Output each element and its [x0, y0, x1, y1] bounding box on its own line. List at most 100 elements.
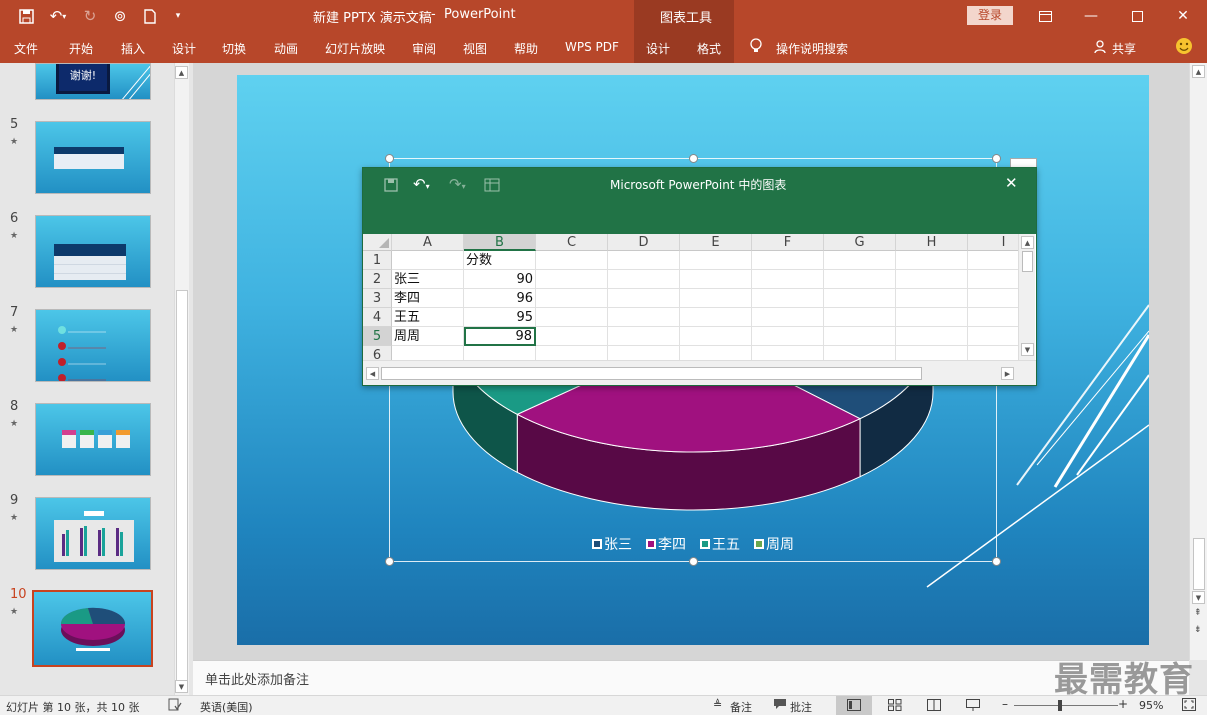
undo-icon[interactable]: ↶▾: [44, 6, 72, 26]
tell-me-search[interactable]: 操作说明搜索: [776, 40, 848, 57]
scroll-right-icon[interactable]: ▶: [1001, 367, 1014, 380]
notes-placeholder[interactable]: 单击此处添加备注: [205, 669, 309, 688]
cell-b4[interactable]: 95: [464, 308, 536, 327]
notes-toggle-button[interactable]: 备注: [730, 699, 752, 715]
cell-b2[interactable]: 90: [464, 270, 536, 289]
column-header[interactable]: E: [680, 234, 752, 251]
column-header[interactable]: G: [824, 234, 896, 251]
comments-toggle-button[interactable]: 批注: [790, 699, 812, 715]
row-header[interactable]: 3: [363, 289, 392, 308]
column-header[interactable]: D: [608, 234, 680, 251]
smiley-feedback-icon[interactable]: [1175, 37, 1193, 58]
column-header-selected[interactable]: B: [464, 234, 536, 251]
cell-b5-active[interactable]: 98: [464, 327, 536, 346]
empty-cells[interactable]: [536, 251, 1018, 360]
scroll-down-icon[interactable]: ▼: [1192, 591, 1205, 604]
resize-handle[interactable]: [689, 557, 698, 566]
thumbnail-scrollbar[interactable]: ▲ ▼: [174, 63, 189, 695]
tab-review[interactable]: 审阅: [412, 40, 436, 57]
previous-slide-icon[interactable]: ⇞: [1194, 608, 1202, 618]
cell-a6[interactable]: [392, 346, 464, 360]
cell-a2[interactable]: 张三: [392, 270, 464, 289]
grid-vertical-scrollbar[interactable]: ▲ ▼: [1018, 234, 1035, 360]
tab-chart-format[interactable]: 格式: [697, 40, 721, 57]
close-window-icon[interactable]: ✕: [1160, 0, 1206, 32]
next-slide-icon[interactable]: ⇟: [1194, 625, 1202, 635]
scroll-thumb[interactable]: [176, 290, 188, 683]
column-header[interactable]: A: [392, 234, 464, 251]
fit-to-window-icon[interactable]: [1182, 698, 1196, 714]
zoom-out-icon[interactable]: –: [1002, 697, 1008, 711]
row-header[interactable]: 4: [363, 308, 392, 327]
notes-icon[interactable]: ≜: [713, 698, 722, 711]
cell-a1[interactable]: [392, 251, 464, 270]
slide-thumbnail-4[interactable]: 谢谢!: [35, 63, 151, 100]
slide-thumbnail-6[interactable]: [35, 215, 151, 288]
spreadsheet-grid[interactable]: A B C D E F G H I 1 分数 2 张三 90 3 李四 96 4…: [363, 234, 1018, 360]
slide-thumbnail-7[interactable]: [35, 309, 151, 382]
reading-view-icon[interactable]: [927, 699, 941, 714]
cell-a3[interactable]: 李四: [392, 289, 464, 308]
tab-transitions[interactable]: 切换: [222, 40, 246, 57]
maximize-icon[interactable]: [1114, 0, 1160, 32]
language-status[interactable]: 英语(美国): [200, 699, 253, 715]
resize-handle[interactable]: [385, 557, 394, 566]
resize-handle[interactable]: [385, 154, 394, 163]
notes-pane[interactable]: 单击此处添加备注: [193, 660, 1189, 695]
edit-in-excel-icon[interactable]: [484, 178, 500, 195]
column-header[interactable]: C: [536, 234, 608, 251]
login-button[interactable]: 登录: [967, 6, 1013, 25]
slide-scrollbar[interactable]: ▲ ▼ ⇞ ⇟: [1189, 63, 1207, 660]
close-dialog-icon[interactable]: ✕: [1005, 174, 1018, 192]
present-from-start-icon[interactable]: ⊚: [110, 6, 130, 26]
zoom-slider[interactable]: [1014, 705, 1118, 706]
scroll-thumb[interactable]: [1193, 538, 1205, 590]
grid-horizontal-scrollbar[interactable]: ◀ ▶: [363, 360, 1036, 385]
minimize-icon[interactable]: —: [1068, 0, 1114, 32]
customize-qat-icon[interactable]: ▾: [168, 6, 188, 26]
normal-view-icon[interactable]: [836, 696, 872, 715]
tab-chart-design[interactable]: 设计: [646, 40, 670, 57]
tab-wps-pdf[interactable]: WPS PDF: [565, 40, 619, 54]
redo-icon[interactable]: ↷▾: [449, 175, 466, 193]
tab-home[interactable]: 开始: [69, 40, 93, 57]
scroll-left-icon[interactable]: ◀: [366, 367, 379, 380]
undo-icon[interactable]: ↶▾: [413, 175, 430, 193]
column-header[interactable]: I: [968, 234, 1018, 251]
zoom-level[interactable]: 95%: [1139, 699, 1163, 712]
zoom-in-icon[interactable]: +: [1118, 697, 1128, 711]
tab-slideshow[interactable]: 幻灯片放映: [325, 40, 385, 57]
cell-a4[interactable]: 王五: [392, 308, 464, 327]
share-icon[interactable]: [1094, 40, 1107, 57]
scroll-up-icon[interactable]: ▲: [175, 66, 188, 79]
scroll-thumb[interactable]: [1022, 251, 1033, 272]
row-header[interactable]: 2: [363, 270, 392, 289]
cell-b3[interactable]: 96: [464, 289, 536, 308]
cell-b6[interactable]: [464, 346, 536, 360]
scroll-thumb[interactable]: [381, 367, 922, 380]
slideshow-view-icon[interactable]: [966, 699, 980, 714]
tab-animations[interactable]: 动画: [274, 40, 298, 57]
redo-icon[interactable]: ↻: [80, 6, 100, 26]
resize-handle[interactable]: [689, 154, 698, 163]
slide-thumbnail-8[interactable]: [35, 403, 151, 476]
spell-check-icon[interactable]: [168, 698, 182, 714]
row-header[interactable]: 1: [363, 251, 392, 270]
scroll-down-icon[interactable]: ▼: [175, 680, 188, 693]
share-button[interactable]: 共享: [1112, 40, 1136, 57]
save-icon[interactable]: [16, 6, 36, 26]
slide-sorter-icon[interactable]: [888, 699, 902, 714]
row-header-selected[interactable]: 5: [363, 327, 392, 346]
scroll-up-icon[interactable]: ▲: [1192, 65, 1205, 78]
new-file-icon[interactable]: [140, 6, 160, 26]
tab-view[interactable]: 视图: [463, 40, 487, 57]
ribbon-display-options-icon[interactable]: [1022, 0, 1068, 32]
tab-design[interactable]: 设计: [172, 40, 196, 57]
cell-b1[interactable]: 分数: [464, 251, 536, 270]
tab-insert[interactable]: 插入: [121, 40, 145, 57]
column-header[interactable]: H: [896, 234, 968, 251]
scroll-down-icon[interactable]: ▼: [1021, 343, 1034, 356]
slide-thumbnail-9[interactable]: [35, 497, 151, 570]
column-header[interactable]: F: [752, 234, 824, 251]
select-all-corner[interactable]: [363, 234, 392, 251]
